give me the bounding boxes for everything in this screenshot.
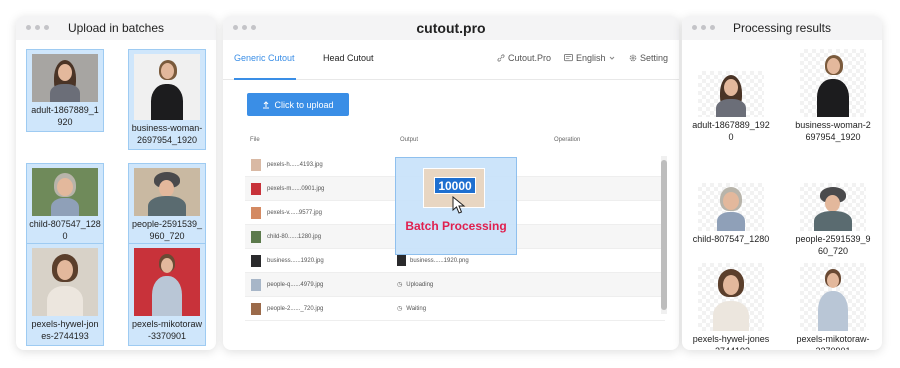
- batch-processing-overlay: 10000 Batch Processing: [395, 157, 517, 255]
- file-name: business......1920.jpg: [267, 257, 324, 264]
- upload-window-title: Upload in batches: [67, 21, 165, 35]
- output-file-name: business......1920.png: [410, 257, 469, 264]
- app-title: cutout.pro: [416, 20, 486, 36]
- result-item-label: people-2591539_960_720: [795, 234, 871, 256]
- table-row[interactable]: people-q......4979.jpg ◷ Uploading: [245, 273, 665, 297]
- cutout-thumbnail: [800, 183, 866, 231]
- app-window: cutout.pro Generic Cutout Head Cutout Cu…: [223, 16, 679, 350]
- status-text: Waiting: [406, 305, 427, 312]
- result-item-label: pexels-hywel-jones-2744193: [692, 334, 770, 350]
- photo-thumbnail: [134, 54, 200, 120]
- upload-item[interactable]: business-woman-2697954_1920: [128, 49, 206, 150]
- column-header-output: Output: [400, 137, 419, 143]
- result-item[interactable]: adult-1867889_1920: [692, 71, 770, 143]
- file-name: pexels-m......0901.jpg: [267, 185, 325, 192]
- link-icon: [497, 54, 505, 62]
- file-name: people-2......_720.jpg: [267, 305, 324, 312]
- tab-bar: Generic Cutout Head Cutout Cutout.Pro En…: [223, 40, 679, 80]
- photo-thumbnail: [134, 168, 200, 216]
- upload-item-label: people-2591539_960_720: [131, 219, 203, 241]
- language-icon: [564, 54, 573, 62]
- column-header-operation: Operation: [554, 137, 581, 143]
- column-header-file: File: [250, 137, 260, 143]
- window-controls[interactable]: [233, 25, 256, 30]
- result-item-label: child-807547_1280: [692, 234, 770, 244]
- upload-item-label: pexels-hywel-jones-2744193: [31, 319, 99, 341]
- window-controls[interactable]: [26, 25, 49, 30]
- clock-icon: ◷: [397, 306, 403, 312]
- output-thumbnail: [397, 255, 406, 266]
- upload-item-label: pexels-mikotoraw-3370901: [131, 319, 203, 341]
- file-thumbnail: [251, 278, 261, 291]
- upload-window: Upload in batches adult-1867889_1920 bus…: [16, 16, 216, 350]
- photo-thumbnail: [32, 168, 98, 216]
- file-thumbnail: [251, 182, 261, 195]
- output-cell: ◷ Waiting: [397, 305, 427, 313]
- file-name: people-q......4979.jpg: [267, 281, 324, 288]
- file-name: child-80......1280.jpg: [267, 233, 322, 240]
- result-item[interactable]: pexels-mikotoraw-3370901: [794, 263, 872, 350]
- upload-button-label: Click to upload: [274, 99, 334, 110]
- tab-generic-cutout[interactable]: Generic Cutout: [234, 53, 295, 63]
- result-item[interactable]: people-2591539_960_720: [794, 183, 872, 257]
- photo-thumbnail: [32, 248, 98, 316]
- settings-label: Setting: [640, 53, 669, 63]
- file-name: pexels-h......4193.jpg: [267, 161, 323, 168]
- photo-thumbnail: [134, 248, 200, 316]
- result-item[interactable]: pexels-hywel-jones-2744193: [692, 263, 770, 350]
- cutout-thumbnail: [698, 263, 764, 331]
- result-item-label: business-woman-2697954_1920: [795, 120, 871, 142]
- settings-link[interactable]: Setting: [629, 53, 668, 63]
- file-thumbnail: [251, 158, 261, 171]
- upload-item-label: business-woman-2697954_1920: [131, 123, 203, 145]
- cursor-icon: [452, 196, 466, 214]
- table-row[interactable]: people-2......_720.jpg ◷ Waiting: [245, 297, 665, 321]
- window-controls[interactable]: [692, 25, 715, 30]
- upload-item[interactable]: pexels-mikotoraw-3370901: [128, 243, 206, 346]
- results-window: Processing results adult-1867889_1920 bu…: [682, 16, 882, 350]
- scrollbar-thumb[interactable]: [661, 160, 667, 310]
- cutout-thumbnail: [698, 71, 764, 117]
- cutout-thumbnail: [800, 263, 866, 331]
- batch-count-badge: 10000: [434, 177, 476, 194]
- upload-item[interactable]: pexels-hywel-jones-2744193: [26, 243, 104, 346]
- batch-processing-label: Batch Processing: [405, 219, 507, 233]
- upload-item-label: child-807547_1280: [29, 219, 101, 241]
- active-tab-indicator: [234, 78, 296, 80]
- file-thumbnail: [251, 302, 261, 315]
- nav-site-link[interactable]: Cutout.Pro: [497, 53, 551, 63]
- chevron-down-icon: [609, 56, 614, 60]
- tab-head-cutout[interactable]: Head Cutout: [323, 53, 374, 63]
- status-text: Uploading: [406, 281, 434, 288]
- output-cell: business......1920.png: [397, 255, 469, 266]
- gear-icon: [629, 54, 637, 62]
- language-label: English: [576, 53, 606, 63]
- upload-item[interactable]: people-2591539_960_720: [128, 163, 206, 246]
- upload-item-label: adult-1867889_1920: [31, 105, 99, 127]
- upload-icon: [263, 100, 270, 108]
- upload-window-titlebar: Upload in batches: [16, 16, 216, 40]
- table-scrollbar[interactable]: [661, 156, 667, 314]
- upload-item[interactable]: adult-1867889_1920: [26, 49, 104, 132]
- results-window-titlebar: Processing results: [682, 16, 882, 40]
- results-window-title: Processing results: [732, 21, 832, 35]
- file-thumbnail: [251, 230, 261, 243]
- file-name: pexels-v......9577.jpg: [267, 209, 322, 216]
- result-item-label: adult-1867889_1920: [692, 120, 770, 142]
- file-thumbnail: [251, 254, 261, 267]
- cutout-thumbnail: [800, 49, 866, 117]
- result-item[interactable]: business-woman-2697954_1920: [794, 49, 872, 143]
- nav-site-label: Cutout.Pro: [508, 53, 552, 63]
- output-cell: ◷ Uploading: [397, 281, 434, 289]
- photo-thumbnail: [32, 54, 98, 102]
- cutout-thumbnail: [698, 183, 764, 231]
- result-item-label: pexels-mikotoraw-3370901: [796, 334, 870, 350]
- language-selector[interactable]: English: [564, 53, 615, 63]
- upload-button[interactable]: Click to upload: [247, 93, 349, 116]
- file-thumbnail: [251, 206, 261, 219]
- upload-item[interactable]: child-807547_1280: [26, 163, 104, 246]
- result-item[interactable]: child-807547_1280: [692, 183, 770, 245]
- app-window-titlebar: cutout.pro: [223, 16, 679, 40]
- clock-icon: ◷: [397, 282, 403, 288]
